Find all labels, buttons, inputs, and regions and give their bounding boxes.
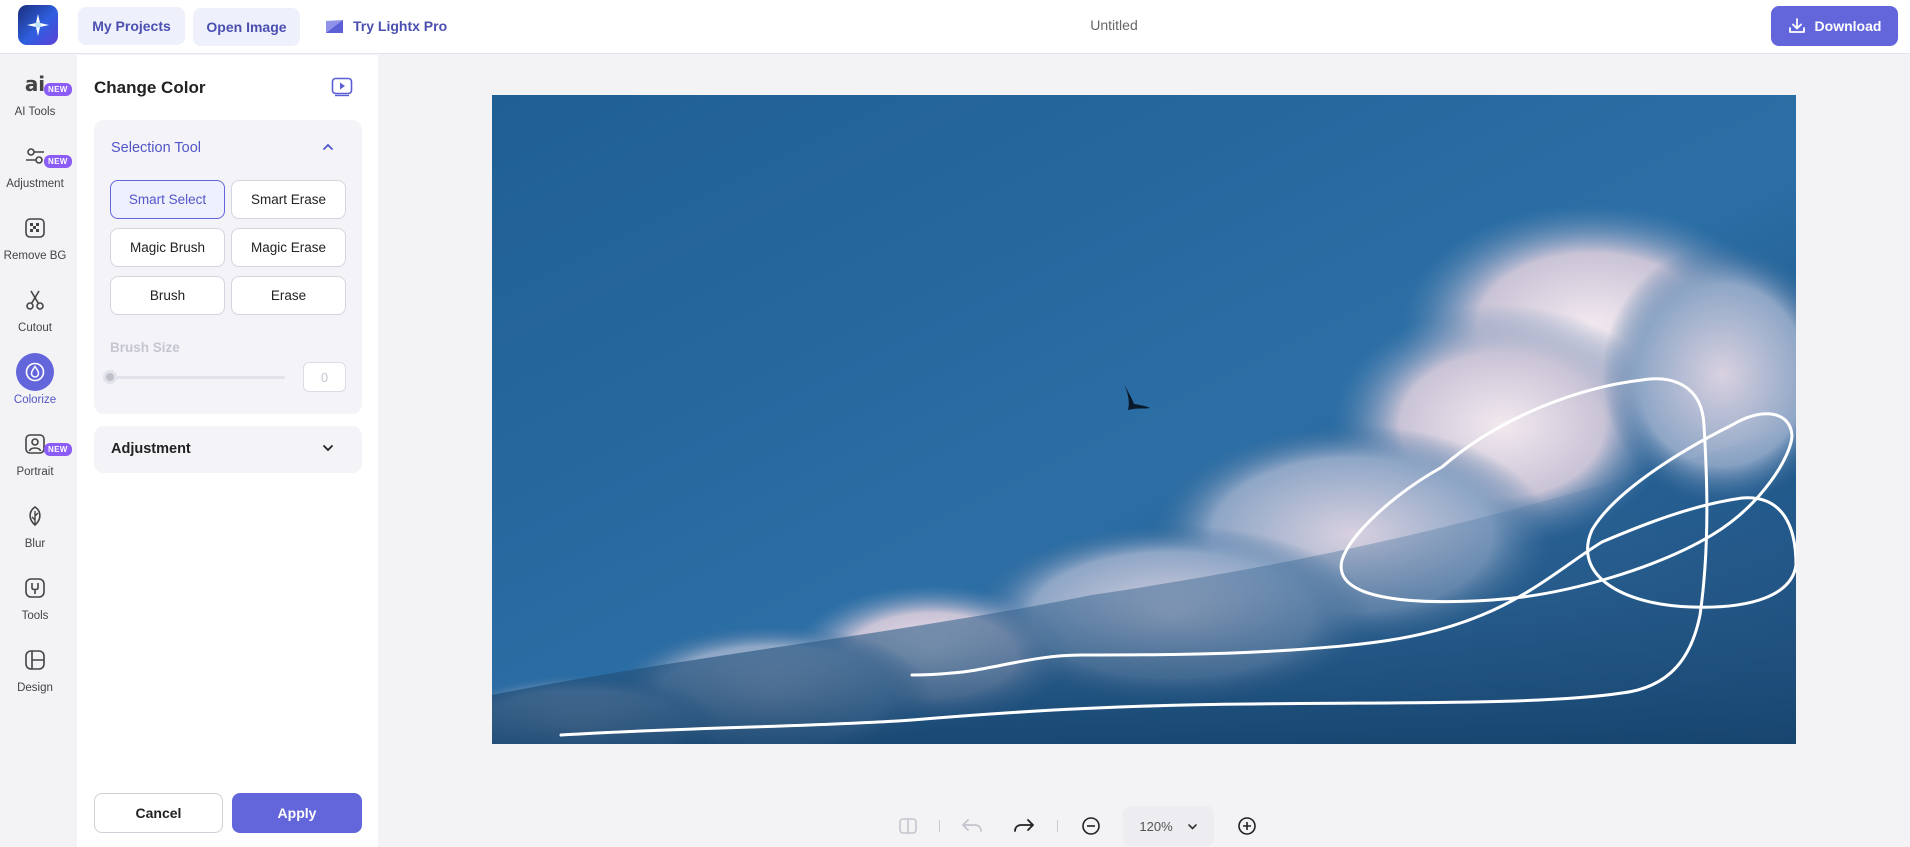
download-label: Download	[1814, 18, 1882, 34]
zoom-in-icon[interactable]	[1231, 806, 1263, 846]
brush-button[interactable]: Brush	[110, 276, 225, 315]
zoom-out-icon[interactable]	[1075, 806, 1107, 846]
tool-rail: ai NEW AI Tools NEW Adjustment Remove BG…	[0, 55, 77, 847]
selection-tool-section: Selection Tool Smart Select Smart Erase …	[94, 120, 362, 414]
bottom-toolbar: 120%	[880, 806, 1260, 846]
open-image-button[interactable]: Open Image	[193, 8, 300, 46]
app-logo[interactable]	[18, 5, 58, 45]
rail-item-label: Remove BG	[3, 250, 67, 262]
leaf-icon	[16, 497, 54, 535]
rail-item-tools[interactable]: Tools	[0, 569, 70, 635]
design-icon	[16, 641, 54, 679]
top-bar: My Projects Open Image Try Lightx Pro Un…	[0, 0, 1910, 54]
tools-icon	[16, 569, 54, 607]
chevron-down-icon	[322, 441, 334, 459]
toolbar-divider	[939, 820, 940, 832]
tutorial-video-icon[interactable]	[331, 77, 353, 102]
zoom-select[interactable]: 120%	[1123, 806, 1214, 846]
new-badge: NEW	[44, 83, 72, 96]
my-projects-button[interactable]: My Projects	[78, 7, 185, 45]
smart-select-button[interactable]: Smart Select	[110, 180, 225, 219]
document-title[interactable]: Untitled	[1020, 17, 1208, 33]
magic-brush-button[interactable]: Magic Brush	[110, 228, 225, 267]
rail-item-label: Tools	[21, 610, 49, 622]
brush-size-input[interactable]: 0	[303, 362, 346, 392]
try-pro-label: Try Lightx Pro	[353, 18, 448, 34]
pro-flag-icon	[326, 19, 343, 33]
sky-photo	[492, 95, 1796, 744]
adjustment-section[interactable]: Adjustment	[94, 426, 362, 473]
download-button[interactable]: Download	[1771, 6, 1898, 46]
rail-item-label: Design	[17, 682, 53, 694]
rail-item-design[interactable]: Design	[0, 641, 70, 707]
cancel-button[interactable]: Cancel	[94, 793, 223, 833]
compare-icon[interactable]	[892, 806, 924, 846]
scissors-icon	[16, 281, 54, 319]
chevron-up-icon[interactable]	[322, 140, 334, 158]
brush-size-label: Brush Size	[110, 340, 180, 355]
panel-title: Change Color	[94, 78, 206, 97]
rail-item-ai-tools[interactable]: ai NEW AI Tools	[0, 65, 72, 131]
rail-item-colorize[interactable]: Colorize	[0, 353, 70, 419]
rail-item-label: AI Tools	[14, 106, 56, 118]
toolbar-divider	[1057, 820, 1058, 832]
magic-erase-button[interactable]: Magic Erase	[231, 228, 346, 267]
new-badge: NEW	[44, 155, 72, 168]
rail-item-label: Adjustment	[6, 178, 64, 190]
brush-size-slider[interactable]	[103, 370, 117, 384]
download-icon	[1788, 18, 1805, 33]
drop-icon	[16, 353, 54, 391]
rail-item-cutout[interactable]: Cutout	[0, 281, 70, 347]
rail-item-blur[interactable]: Blur	[0, 497, 70, 563]
rail-item-adjustment[interactable]: NEW Adjustment	[0, 137, 72, 203]
erase-button[interactable]: Erase	[231, 276, 346, 315]
try-pro-link[interactable]: Try Lightx Pro	[325, 7, 447, 45]
rail-item-label: Colorize	[13, 394, 57, 406]
rail-item-label: Cutout	[18, 322, 52, 334]
change-color-panel: Change Color Selection Tool Smart Select…	[77, 55, 378, 847]
adjustment-heading: Adjustment	[111, 441, 191, 457]
brush-size-track[interactable]	[110, 376, 285, 379]
remove-bg-icon	[16, 209, 54, 247]
rail-item-label: Portrait	[16, 466, 54, 478]
apply-button[interactable]: Apply	[232, 793, 362, 833]
logo-star-icon	[27, 14, 49, 36]
redo-icon[interactable]	[1008, 806, 1040, 846]
new-badge: NEW	[44, 443, 72, 456]
chevron-down-icon	[1187, 823, 1197, 830]
undo-icon[interactable]	[956, 806, 988, 846]
canvas-image[interactable]	[492, 95, 1796, 744]
selection-tool-heading[interactable]: Selection Tool	[111, 140, 201, 156]
rail-item-label: Blur	[24, 538, 46, 550]
zoom-value: 120%	[1139, 818, 1173, 834]
rail-item-remove-bg[interactable]: Remove BG	[0, 209, 70, 275]
rail-item-portrait[interactable]: NEW Portrait	[0, 425, 72, 491]
smart-erase-button[interactable]: Smart Erase	[231, 180, 346, 219]
